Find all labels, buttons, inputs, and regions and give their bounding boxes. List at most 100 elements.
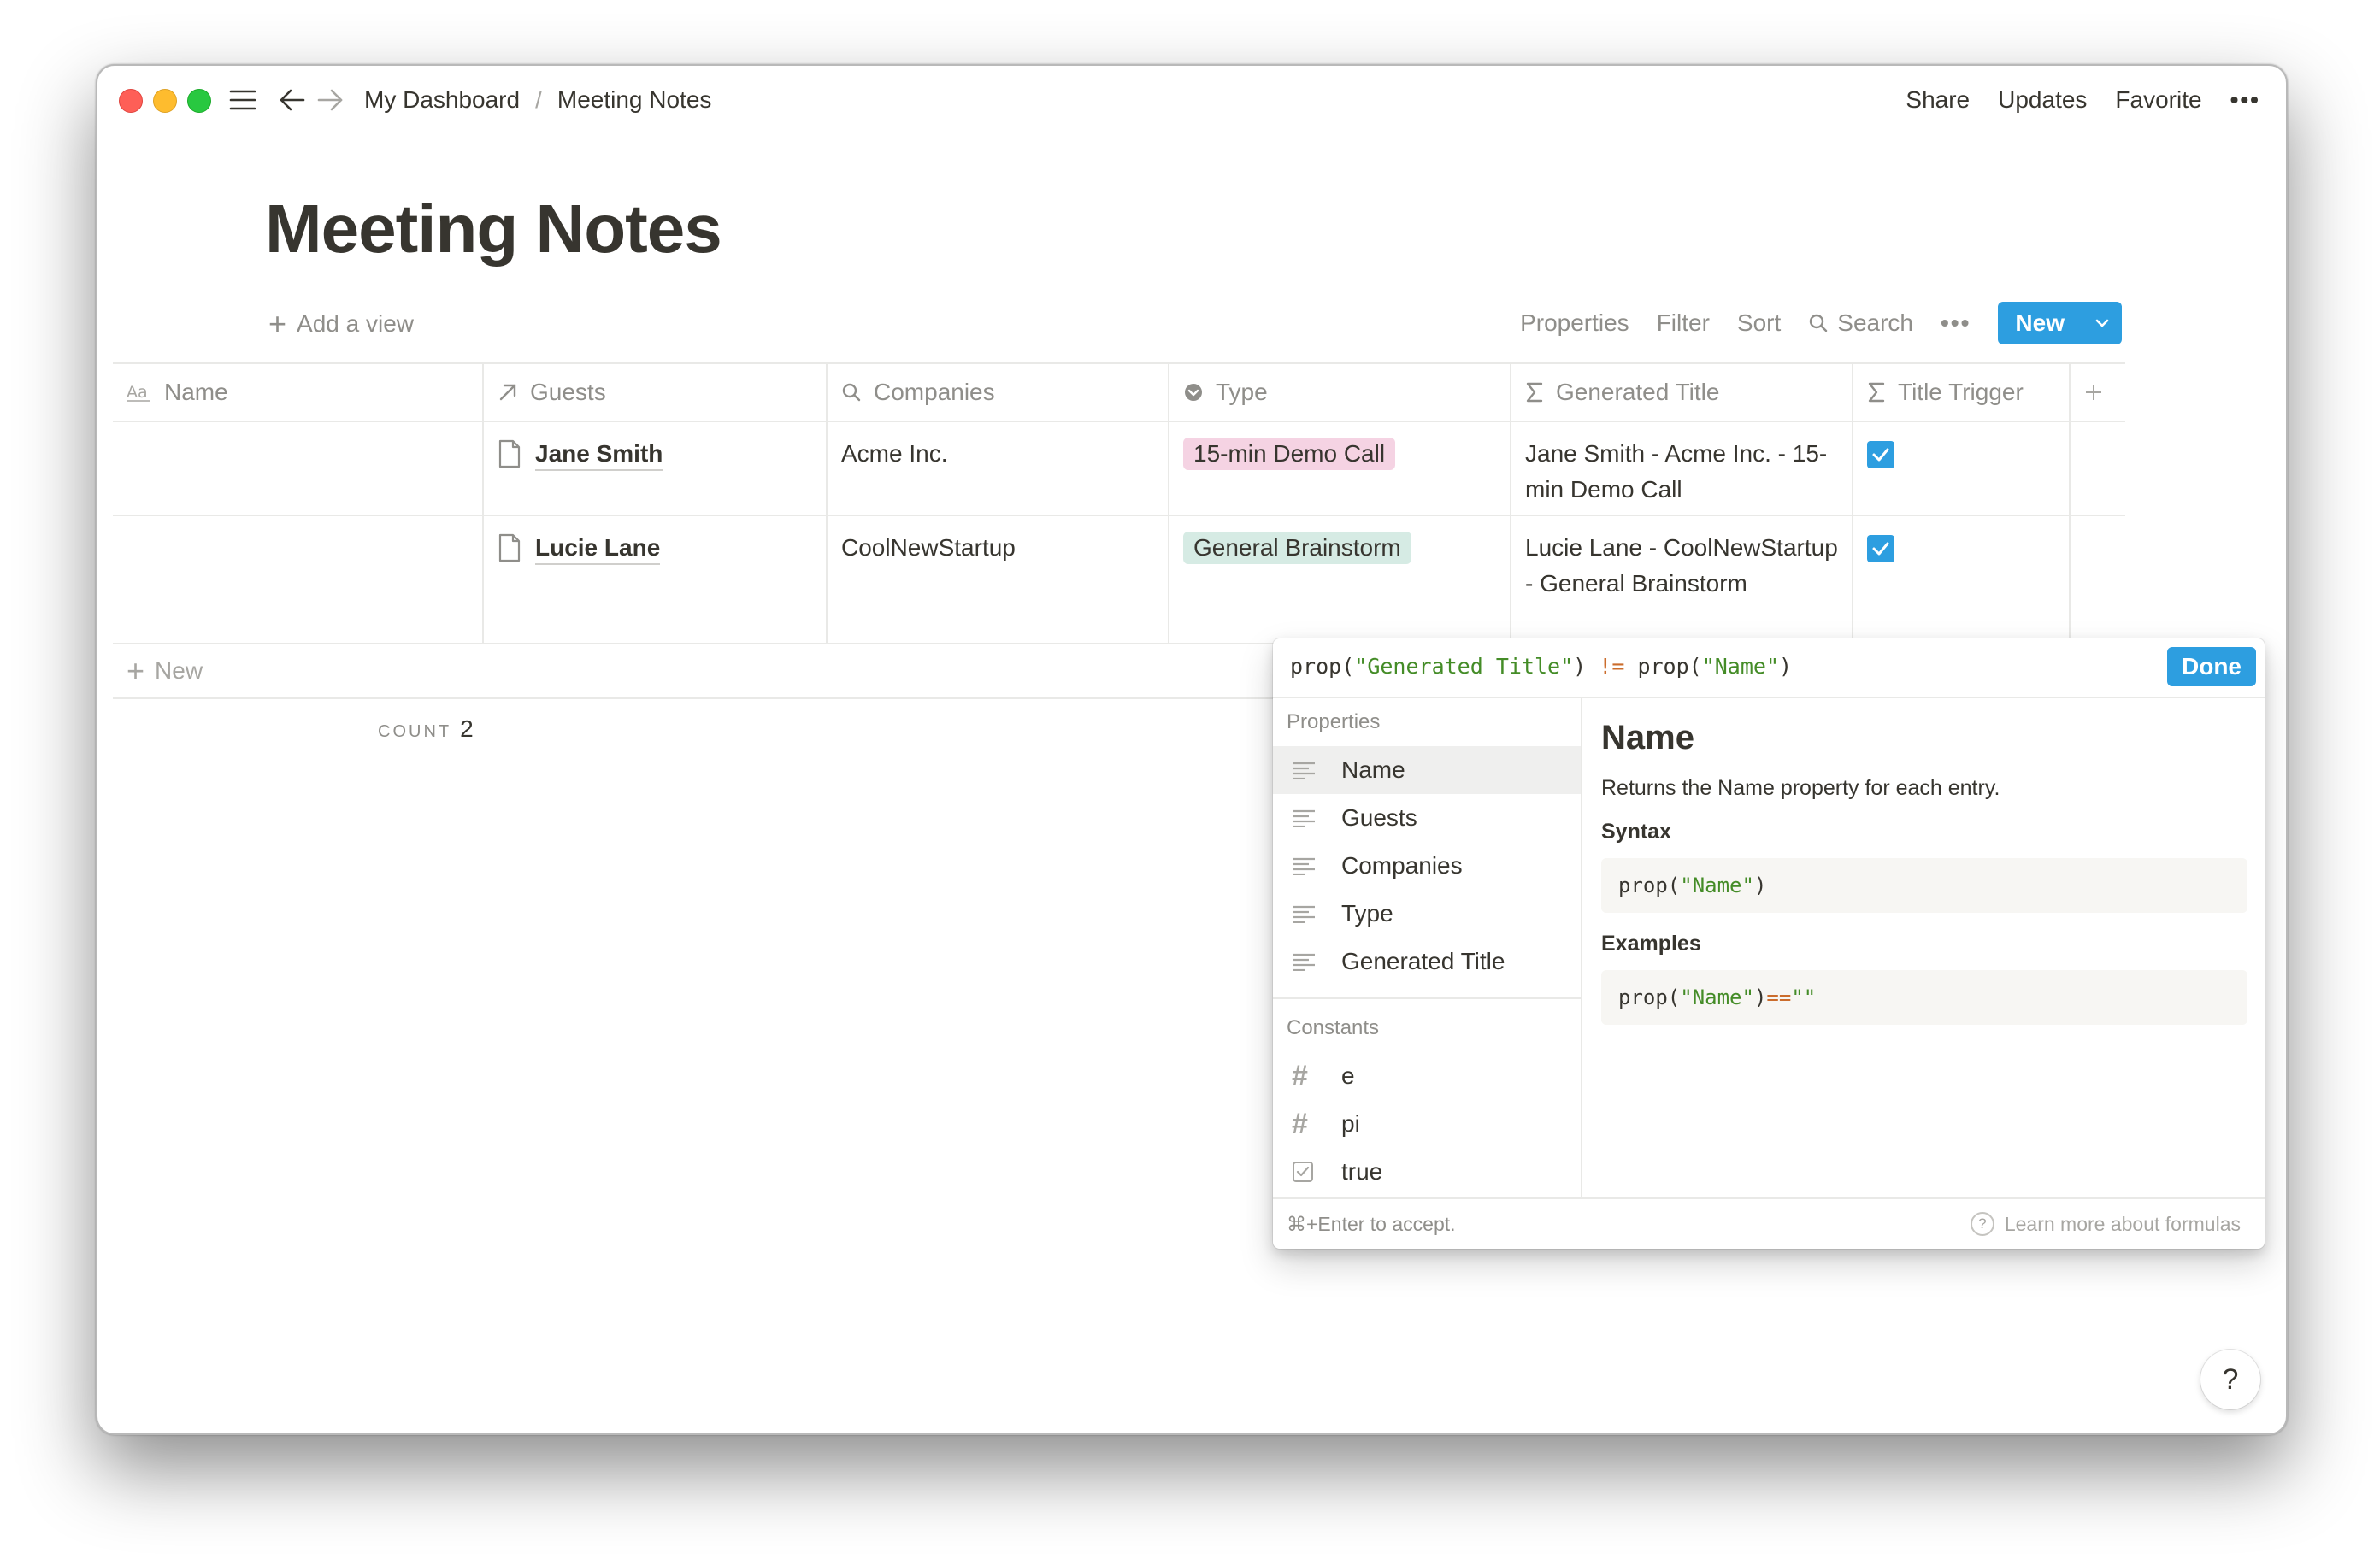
column-header-guests[interactable]: Guests — [484, 364, 828, 421]
title-trigger-cell[interactable] — [1853, 422, 2071, 515]
forward-arrow-icon[interactable] — [313, 81, 347, 119]
property-item-generated-title[interactable]: Generated Title — [1273, 938, 1581, 985]
sort-button[interactable]: Sort — [1737, 309, 1781, 337]
formula-input[interactable]: prop("Generated Title") != prop("Name") — [1290, 654, 1792, 679]
column-header-name[interactable]: Aa Name — [113, 364, 484, 421]
new-row-button[interactable]: + New — [113, 644, 1289, 699]
updates-button[interactable]: Updates — [1998, 86, 2087, 114]
add-view-label: Add a view — [297, 310, 414, 337]
property-item-guests[interactable]: Guests — [1273, 794, 1581, 842]
column-label: Type — [1216, 379, 1268, 405]
breadcrumb-separator: / — [535, 86, 542, 113]
column-header-generated-title[interactable]: Generated Title — [1511, 364, 1853, 421]
name-cell[interactable] — [113, 422, 484, 515]
syntax-heading: Syntax — [1601, 820, 1671, 844]
close-window-button[interactable] — [119, 89, 143, 113]
column-header-companies[interactable]: Companies — [828, 364, 1169, 421]
property-item-companies[interactable]: Companies — [1273, 842, 1581, 890]
breadcrumb: My Dashboard / Meeting Notes — [364, 81, 711, 119]
page-title[interactable]: Meeting Notes — [265, 190, 722, 268]
share-button[interactable]: Share — [1906, 86, 1970, 114]
add-column-button[interactable] — [2071, 364, 2125, 421]
title-trigger-cell[interactable] — [1853, 516, 2071, 643]
constant-item-true[interactable]: true — [1273, 1148, 1581, 1196]
accept-hint: ⌘+Enter to accept. — [1287, 1212, 1456, 1235]
column-header-title-trigger[interactable]: Title Trigger — [1853, 364, 2071, 421]
type-cell[interactable]: 15-min Demo Call — [1169, 422, 1511, 515]
sigma-icon — [1525, 381, 1544, 403]
name-cell[interactable] — [113, 516, 484, 643]
select-icon — [1183, 382, 1204, 403]
breadcrumb-current[interactable]: Meeting Notes — [557, 86, 712, 114]
table-header: Aa Name Guests Companies Type Generated … — [113, 362, 2125, 422]
property-label: Generated Title — [1341, 948, 1505, 974]
help-title: Name — [1601, 719, 1694, 756]
code-string: "Name" — [1680, 985, 1754, 1009]
formula-operator: != — [1599, 654, 1625, 679]
column-label: Title Trigger — [1898, 379, 2024, 405]
view-toolbar: Properties Filter Sort Search ••• New — [1493, 302, 2122, 344]
minimize-window-button[interactable] — [153, 89, 177, 113]
table-row[interactable]: Jane Smith Acme Inc. 15-min Demo Call Ja… — [113, 422, 2125, 516]
constant-item-e[interactable]: # e — [1273, 1052, 1581, 1100]
count-summary[interactable]: COUNT 2 — [378, 715, 474, 743]
chevron-down-icon[interactable] — [2082, 302, 2122, 344]
table-row[interactable]: Lucie Lane CoolNewStartup General Brains… — [113, 516, 2125, 644]
guest-cell[interactable]: Jane Smith — [484, 422, 828, 515]
view-more-icon[interactable]: ••• — [1941, 309, 1971, 337]
learn-more-link[interactable]: ? Learn more about formulas — [1970, 1212, 2241, 1236]
property-label: Companies — [1341, 852, 1463, 879]
column-label: Guests — [530, 379, 606, 405]
syntax-code: prop("Name") — [1601, 858, 2247, 913]
guest-link[interactable]: Jane Smith — [535, 438, 663, 471]
page-icon — [498, 533, 521, 562]
help-button[interactable]: ? — [2200, 1350, 2260, 1409]
column-label: Companies — [874, 379, 995, 405]
constant-label: e — [1341, 1062, 1355, 1089]
formula-input-bar[interactable]: prop("Generated Title") != prop("Name") … — [1273, 638, 2265, 698]
checkbox-checked-icon[interactable] — [1867, 441, 1894, 468]
formula-editor-popup: prop( "Generated Title") != prop("Name") … — [1273, 638, 2265, 1249]
search-icon — [1810, 314, 1828, 332]
type-cell[interactable]: General Brainstorm — [1169, 516, 1511, 643]
checkbox-checked-icon[interactable] — [1867, 535, 1894, 562]
plus-icon: + — [127, 653, 145, 688]
constant-item-pi[interactable]: # pi — [1273, 1100, 1581, 1148]
back-arrow-icon[interactable] — [275, 81, 309, 119]
column-header-type[interactable]: Type — [1169, 364, 1511, 421]
add-view-button[interactable]: + Add a view — [268, 306, 414, 341]
app-window: My Dashboard / Meeting Notes Share Updat… — [96, 64, 2288, 1435]
code-fn: prop( — [1618, 874, 1681, 897]
formula-string: "Name" — [1701, 654, 1780, 679]
search-button[interactable]: Search — [1808, 309, 1913, 337]
properties-section-header: Properties — [1287, 710, 1381, 733]
text-lines-icon — [1292, 809, 1317, 827]
breadcrumb-parent[interactable]: My Dashboard — [364, 86, 520, 114]
code-string: "Name" — [1680, 874, 1754, 897]
favorite-button[interactable]: Favorite — [2115, 86, 2201, 114]
formula-string: "Generated Title" — [1354, 654, 1574, 679]
formula-reference-list: Properties Name Guests Companies Type Ge… — [1273, 698, 1582, 1197]
new-button[interactable]: New — [1998, 302, 2082, 344]
help-circle-icon: ? — [1970, 1212, 1994, 1236]
zoom-window-button[interactable] — [187, 89, 211, 113]
type-tag: General Brainstorm — [1183, 532, 1411, 564]
property-label: Guests — [1341, 804, 1417, 831]
company-cell[interactable]: CoolNewStartup — [828, 516, 1169, 643]
guest-cell[interactable]: Lucie Lane — [484, 516, 828, 643]
property-item-name[interactable]: Name — [1273, 746, 1581, 794]
guest-link[interactable]: Lucie Lane — [535, 532, 661, 565]
properties-button[interactable]: Properties — [1520, 309, 1629, 337]
more-options-icon[interactable]: ••• — [2230, 86, 2260, 114]
property-item-type[interactable]: Type — [1273, 890, 1581, 938]
generated-title-cell[interactable]: Lucie Lane - CoolNewStartup - General Br… — [1511, 516, 1853, 643]
sidebar-menu-icon[interactable] — [226, 81, 260, 119]
done-button[interactable]: Done — [2167, 647, 2256, 686]
formula-paren: ) — [1573, 654, 1587, 679]
example-code: prop("Name") == "" — [1601, 970, 2247, 1025]
company-cell[interactable]: Acme Inc. — [828, 422, 1169, 515]
filter-button[interactable]: Filter — [1657, 309, 1710, 337]
generated-title-cell[interactable]: Jane Smith - Acme Inc. - 15-min Demo Cal… — [1511, 422, 1853, 515]
search-label: Search — [1837, 309, 1913, 336]
hash-icon: # — [1292, 1107, 1308, 1140]
